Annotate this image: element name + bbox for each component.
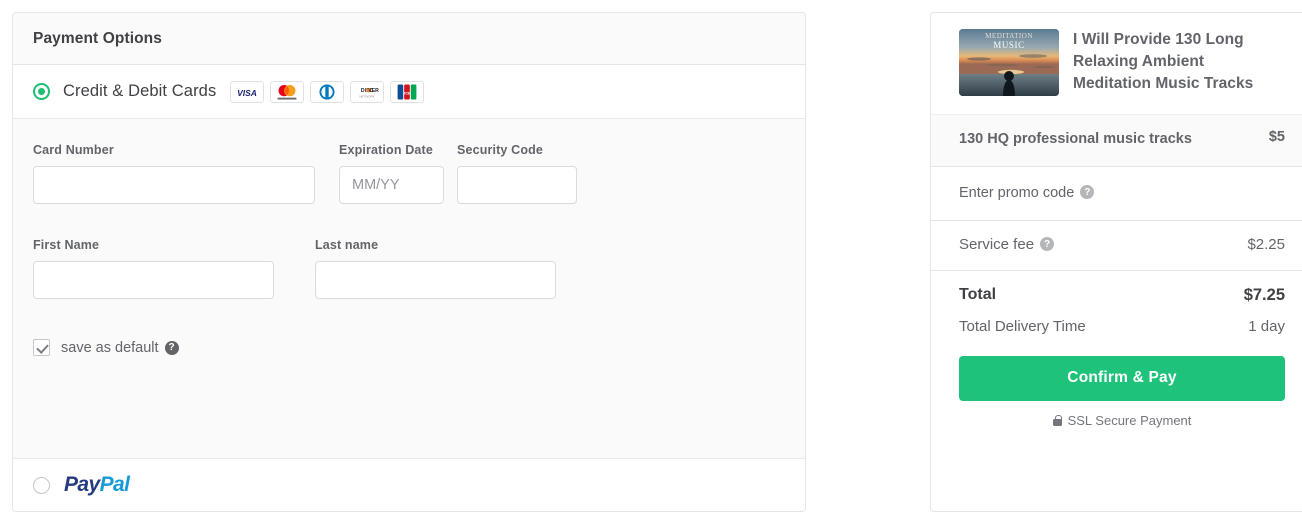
promo-code-label[interactable]: Enter promo code (959, 185, 1074, 201)
save-as-default-help-icon[interactable]: ? (164, 340, 179, 355)
gig-thumbnail: MEDITATION MUSIC (959, 29, 1059, 96)
save-as-default-row: save as default ? (33, 339, 785, 356)
expiration-date-group: Expiration Date (339, 143, 444, 204)
promo-code-row[interactable]: Enter promo code? (931, 165, 1302, 220)
delivery-time-row: Total Delivery Time 1 day (931, 308, 1302, 335)
visa-card-icon: VISA (230, 80, 265, 103)
total-label: Total (959, 286, 997, 304)
security-code-group: Security Code (457, 143, 577, 204)
last-name-label: Last name (315, 238, 379, 252)
service-fee-row: Service fee? $2.25 (931, 219, 1302, 270)
last-name-input[interactable] (315, 261, 556, 299)
first-name-group: First Name (33, 238, 274, 299)
diners-club-card-icon (310, 80, 345, 103)
card-number-input[interactable] (33, 166, 315, 204)
security-code-input[interactable] (457, 166, 577, 204)
first-name-input[interactable] (33, 261, 274, 299)
order-item: MEDITATION MUSIC I Will Provide 130 Long… (931, 13, 1302, 114)
expiration-date-label: Expiration Date (339, 143, 433, 157)
ssl-secure-label: SSL Secure Payment (1067, 412, 1192, 428)
mastercard-card-icon (270, 80, 305, 103)
order-summary-panel: MEDITATION MUSIC I Will Provide 130 Long… (930, 12, 1302, 512)
last-name-group: Last name (315, 238, 556, 299)
save-as-default-checkbox[interactable] (33, 339, 50, 356)
package-price: $5 (1268, 129, 1285, 145)
credit-cards-radio[interactable] (33, 83, 50, 100)
svg-text:JCB: JCB (404, 91, 412, 95)
svg-text:MUSIC: MUSIC (993, 40, 1025, 50)
paypal-logo-pay: Pay (64, 473, 100, 496)
card-number-label: Card Number (33, 143, 114, 157)
discover-card-icon: DISC VER NETWORK (350, 80, 385, 103)
save-as-default-label: save as default (61, 339, 159, 356)
page-title: Payment Options (33, 29, 162, 47)
card-number-group: Card Number (33, 143, 315, 204)
payment-options-header: Payment Options (13, 13, 805, 65)
payment-options-panel: Payment Options Credit & Debit Cards VIS… (12, 12, 806, 512)
first-name-label: First Name (33, 238, 100, 252)
confirm-and-pay-button[interactable]: Confirm & Pay (959, 355, 1285, 401)
jcb-card-icon: JCB (390, 80, 425, 103)
service-fee-value: $2.25 (1247, 236, 1285, 254)
card-details-form: Card Number Expiration Date Security Cod… (13, 119, 805, 459)
svg-text:VISA: VISA (237, 87, 257, 97)
delivery-time-value: 1 day (1248, 317, 1285, 335)
gig-title: I Will Provide 130 Long Relaxing Ambient… (1073, 31, 1254, 92)
promo-code-help-icon[interactable]: ? (1080, 185, 1095, 200)
paypal-logo-icon: PayPal (64, 473, 130, 497)
paypal-radio[interactable] (33, 476, 50, 494)
card-form-row-2: First Name Last name (33, 238, 785, 299)
paypal-option[interactable]: PayPal (13, 459, 805, 511)
svg-text:MEDITATION: MEDITATION (985, 32, 1033, 40)
expiration-date-input[interactable] (339, 166, 444, 204)
delivery-time-label: Total Delivery Time (959, 317, 1086, 335)
service-fee-label: Service fee (959, 235, 1035, 253)
package-label: 130 HQ professional music tracks (959, 131, 1192, 147)
service-fee-help-icon[interactable]: ? (1040, 237, 1055, 252)
checkout-page: Payment Options Credit & Debit Cards VIS… (0, 0, 1302, 520)
credit-cards-label: Credit & Debit Cards (63, 82, 217, 100)
svg-text:NETWORK: NETWORK (360, 94, 375, 98)
credit-debit-cards-option[interactable]: Credit & Debit Cards VISA VER NETWORK JC… (13, 65, 805, 119)
paypal-logo-pal: Pal (99, 473, 130, 496)
ssl-secure-note: SSL Secure Payment (931, 413, 1302, 428)
security-code-label: Security Code (457, 143, 544, 157)
card-form-row-1: Card Number Expiration Date Security Cod… (33, 143, 785, 204)
total-value: $7.25 (1243, 285, 1285, 304)
svg-text:VER: VER (369, 88, 380, 94)
accepted-cards-list: VISA VER NETWORK JCB (230, 80, 425, 103)
total-row: Total $7.25 (931, 269, 1302, 309)
lock-icon (1052, 414, 1062, 426)
package-line: 130 HQ professional music tracks $5 (931, 114, 1302, 166)
service-fee-label-group: Service fee? (959, 235, 1055, 254)
